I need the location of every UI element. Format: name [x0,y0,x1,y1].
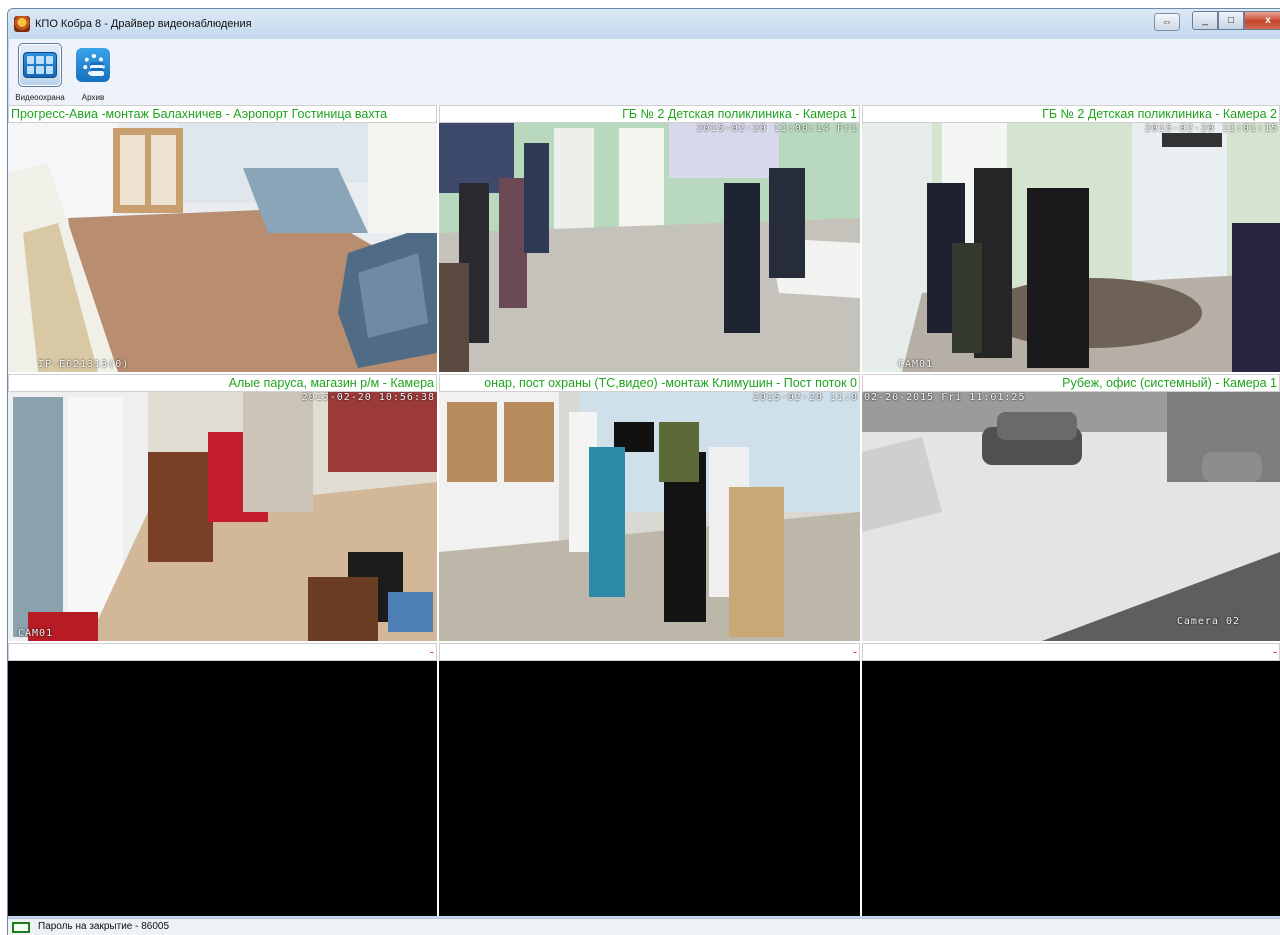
status-bar: Пароль на закрытие - 86005 [8,918,1280,935]
camera-tile-4[interactable]: Алые паруса, магазин р/м - Камера 2015-0… [8,374,437,641]
camera-title: ГБ № 2 Детская поликлиника - Камера 2 [862,105,1280,123]
maximize-button[interactable]: □ [1218,11,1244,30]
camera-title: Алые паруса, магазин р/м - Камера [8,374,437,392]
camera-title: Прогресс-Авиа -монтаж Балахничев - Аэроп… [8,105,437,123]
camera-tile-9[interactable]: - [862,643,1280,916]
camera-id-osd: CAM01 [18,628,54,639]
camera-title: - [8,643,437,661]
camera-feed[interactable]: 2015-02-20 11:01:15 CAM01 [862,123,1280,372]
camera-feed[interactable]: 2015-02-20 10:56:38 CAM01 [8,392,437,641]
camera-tile-8[interactable]: - [439,643,860,916]
camera-feed[interactable]: 2015-02-20 11:00:14 Fri [439,123,860,372]
camera-tile-1[interactable]: Прогресс-Авиа -монтаж Балахничев - Аэроп… [8,105,437,372]
camera-title: ГБ № 2 Детская поликлиника - Камера 1 [439,105,860,123]
archive-gear-icon [71,43,115,87]
camera-osd: 2015-02-20 11:01:15 [1144,123,1278,134]
window-title: КПО Кобра 8 - Драйвер видеонаблюдения [35,18,252,30]
main-toolbar: Видеоохрана Архив [9,39,1280,113]
camera-title: - [862,643,1280,661]
minimize-button[interactable]: _ [1192,11,1218,30]
camera-feed-empty[interactable] [439,661,860,916]
camera-title: Рубеж, офис (системный) - Камера 1 [862,374,1280,392]
archive-button[interactable]: Архив [67,43,119,109]
camera-tile-2[interactable]: ГБ № 2 Детская поликлиника - Камера 1 20… [439,105,860,372]
videosecurity-button[interactable]: Видеоохрана [14,43,66,109]
close-button[interactable]: x [1244,11,1280,30]
window-controls: _ □ x [1192,11,1280,31]
camera-id-osd: CAM01 [898,359,934,370]
camera-tile-7[interactable]: - [8,643,437,916]
camera-osd: 2015-02-20 11:0 [752,392,858,403]
camera-osd: 2015-02-20 10:56:38 [301,392,435,403]
camera-osd: 2015-02-20 11:00:14 Fri [696,123,858,134]
camera-title: онар, пост охраны (ТС,видео) -монтаж Кли… [439,374,860,392]
status-text: Пароль на закрытие - 86005 [38,921,170,932]
camera-osd: IP-E021313(0) [38,359,130,370]
camera-tile-5[interactable]: онар, пост охраны (ТС,видео) -монтаж Кли… [439,374,860,641]
title-bar[interactable]: КПО Кобра 8 - Драйвер видеонаблюдения ⇔ … [8,9,1280,39]
archive-label: Архив [81,93,105,102]
connection-status-icon [12,922,30,933]
switch-window-button[interactable]: ⇔ [1154,13,1180,31]
camera-grid: Прогресс-Авиа -монтаж Балахничев - Аэроп… [8,105,1280,916]
camera-tile-6[interactable]: Рубеж, офис (системный) - Камера 1 02-20… [862,374,1280,641]
camera-osd: 02-20-2015 Fri 11:01:25 [864,392,1026,403]
video-grid-icon [18,43,62,87]
videosecurity-label: Видеоохрана [15,93,65,102]
camera-feed[interactable]: IP-E021313(0) [8,123,437,372]
camera-id-osd: Camera 02 [1176,616,1240,627]
camera-feed-empty[interactable] [862,661,1280,916]
camera-title: - [439,643,860,661]
app-logo-icon[interactable] [14,16,30,32]
camera-feed[interactable]: 02-20-2015 Fri 11:01:25 Camera 02 [862,392,1280,641]
camera-feed[interactable]: 2015-02-20 11:0 [439,392,860,641]
camera-feed-empty[interactable] [8,661,437,916]
camera-tile-3[interactable]: ГБ № 2 Детская поликлиника - Камера 2 20… [862,105,1280,372]
